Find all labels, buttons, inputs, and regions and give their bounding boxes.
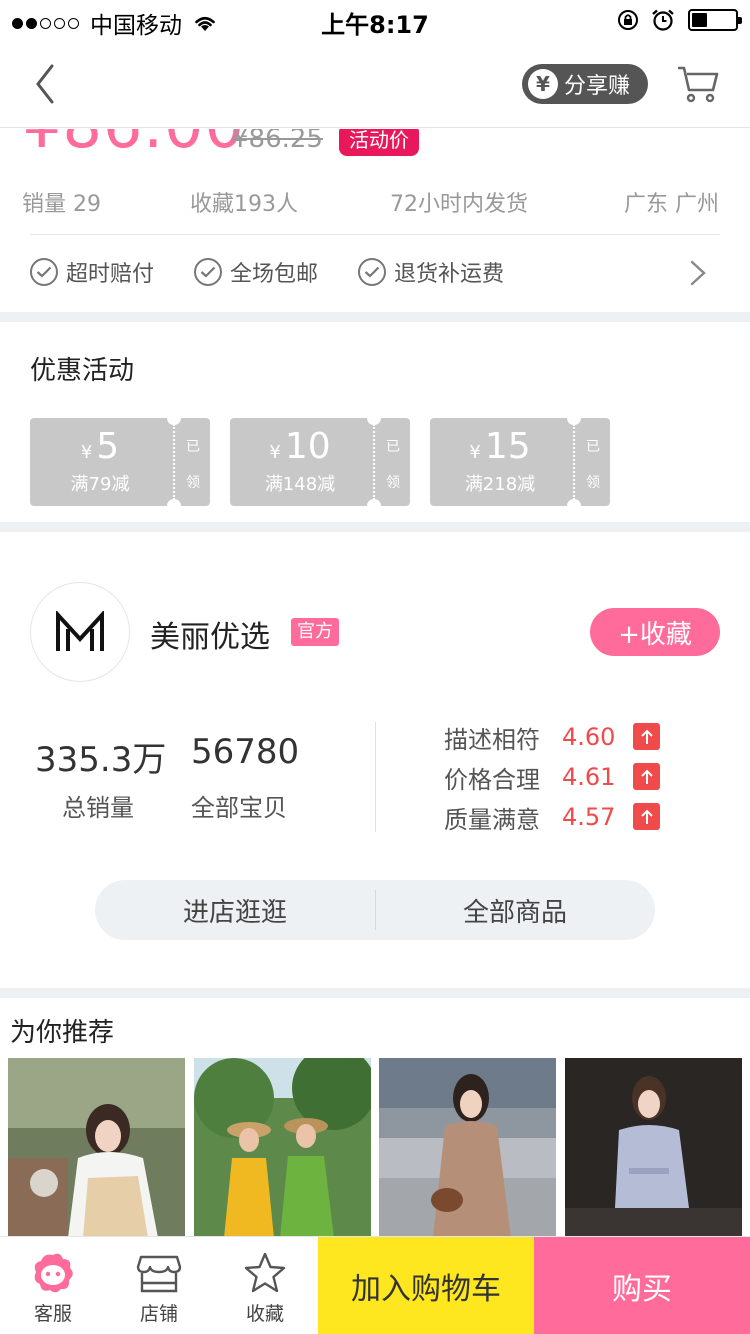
rotation-lock-icon (618, 10, 638, 30)
coupon-perforation (573, 424, 575, 500)
total-sales-label: 总销量 (62, 794, 134, 822)
total-sales-value: 335.3万 (35, 740, 167, 780)
store-logo[interactable] (30, 582, 130, 682)
chevron-left-icon (36, 64, 54, 104)
coupon-perforation (173, 424, 175, 500)
coupon-card[interactable]: ¥5 满79减 已 领 (30, 411, 210, 513)
guarantee-row[interactable]: 超时赔付 全场包邮 退货补运费 (0, 246, 750, 302)
activity-price-tag: 活动价 (339, 129, 419, 156)
score-value: 4.61 (562, 763, 616, 791)
guarantee-label: 全场包邮 (230, 262, 319, 287)
store-actions: 进店逛逛 全部商品 (95, 880, 655, 940)
ship-location: 广东 广州 (624, 192, 719, 217)
nav-bar: ¥ 分享赚 (0, 40, 750, 128)
score-value: 4.60 (562, 723, 616, 751)
score-label: 质量满意 (444, 805, 540, 834)
coupon-amount: ¥5 (80, 426, 120, 467)
section-gap (0, 988, 750, 998)
add-to-cart-button[interactable]: 加入购物车 (318, 1237, 534, 1334)
arrow-up-icon (633, 763, 660, 790)
battery-icon (688, 9, 742, 31)
shipping-time: 72小时内发货 (390, 192, 528, 217)
guarantee-item: 超时赔付 (30, 256, 154, 288)
store-logo-icon (56, 611, 104, 651)
guarantee-label: 超时赔付 (66, 262, 155, 287)
all-items-value: 56780 (191, 732, 300, 772)
customer-service-label: 客服 (33, 1303, 72, 1325)
favorite-store-button[interactable]: +收藏 (590, 608, 720, 656)
divider (30, 234, 720, 235)
coupon-card[interactable]: ¥15 满218减 已 领 (430, 411, 610, 513)
guarantee-item: 全场包邮 (194, 256, 318, 288)
cart-icon (678, 66, 719, 103)
score-value: 4.57 (562, 803, 616, 831)
star-icon (244, 1252, 286, 1293)
coupon-condition: 满79减 (70, 474, 130, 495)
coupon-claimed-status: 领 (186, 475, 200, 491)
guarantee-label: 退货补运费 (394, 262, 505, 287)
score-label: 价格合理 (444, 765, 540, 794)
arrow-up-icon (633, 723, 660, 750)
section-gap (0, 522, 750, 532)
sales-count: 销量 29 (22, 192, 101, 217)
vertical-divider (375, 722, 376, 832)
coupon-amount: ¥10 (269, 426, 331, 467)
recommend-product-image[interactable] (379, 1058, 556, 1238)
customer-service-tab[interactable]: 客服 (0, 1237, 106, 1334)
coupon-claimed-status: 领 (386, 475, 400, 491)
back-button[interactable] (28, 62, 68, 106)
all-items-label: 全部宝贝 (191, 794, 287, 822)
store-name[interactable]: 美丽优选 (150, 612, 270, 656)
flower-service-icon (34, 1253, 73, 1293)
coupon-claimed-status: 已 (586, 439, 600, 455)
store-tab[interactable]: 店铺 (106, 1237, 212, 1334)
share-earn-label: 分享赚 (564, 74, 631, 99)
coupon-claimed-status: 领 (586, 475, 600, 491)
original-price: ¥86.25 (232, 129, 323, 154)
visit-store-button[interactable]: 进店逛逛 (95, 880, 375, 940)
cart-button[interactable] (676, 62, 720, 106)
yen-icon: ¥ (528, 69, 558, 99)
coupon-card[interactable]: ¥10 满148减 已 领 (230, 411, 410, 513)
check-circle-icon (30, 258, 58, 286)
all-products-button[interactable]: 全部商品 (375, 880, 655, 940)
status-right (616, 8, 742, 32)
coupon-amount: ¥15 (469, 426, 531, 467)
favorites-count: 收藏193人 (190, 192, 298, 217)
promotions-title: 优惠活动 (30, 356, 135, 386)
store-icon (136, 1255, 182, 1293)
buy-button[interactable]: 购买 (534, 1237, 750, 1334)
product-meta-row: 销量 29 收藏193人 72小时内发货 广东 广州 (0, 180, 750, 220)
price-strip: ¥86.00 ¥86.25 活动价 (0, 129, 750, 163)
section-gap (0, 312, 750, 322)
bottom-action-bar: 客服 店铺 收藏 加入购物车 购买 (0, 1236, 750, 1334)
arrow-up-icon (633, 803, 660, 830)
favorite-label: 收藏 (245, 1303, 284, 1325)
score-row: 描述相符 4.60 (444, 720, 660, 754)
store-label: 店铺 (139, 1303, 178, 1325)
score-row: 价格合理 4.61 (444, 760, 660, 794)
score-label: 描述相符 (444, 725, 540, 754)
coupon-condition: 满218减 (464, 474, 536, 495)
recommend-product-image[interactable] (194, 1058, 371, 1238)
share-earn-button[interactable]: ¥ 分享赚 (522, 64, 648, 104)
recommend-product-image[interactable] (8, 1058, 185, 1238)
status-bar: 中国移动 上午8:17 (0, 0, 750, 40)
favorite-tab[interactable]: 收藏 (212, 1237, 318, 1334)
chevron-right-icon (690, 260, 706, 286)
recommend-product-image[interactable] (565, 1058, 742, 1238)
coupon-claimed-status: 已 (186, 439, 200, 455)
alarm-icon (652, 9, 674, 31)
score-row: 质量满意 4.57 (444, 800, 660, 834)
check-circle-icon (194, 258, 222, 286)
coupon-claimed-status: 已 (386, 439, 400, 455)
coupon-perforation (373, 424, 375, 500)
coupon-condition: 满148减 (264, 474, 336, 495)
recommend-title: 为你推荐 (10, 1018, 115, 1048)
check-circle-icon (358, 258, 386, 286)
official-badge: 官方 (291, 618, 339, 646)
current-price: ¥86.00 (22, 129, 245, 162)
guarantee-item: 退货补运费 (358, 256, 504, 288)
